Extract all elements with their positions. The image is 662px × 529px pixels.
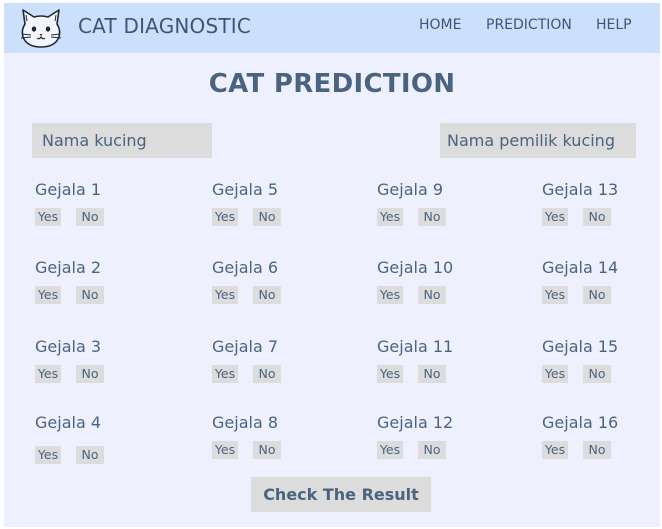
no-option[interactable]: No xyxy=(76,286,104,304)
page: CAT DIAGNOSTIC HOME PREDICTION HELP CAT … xyxy=(4,3,660,527)
symptom-8: Gejala 8 Yes No xyxy=(212,412,352,459)
no-option[interactable]: No xyxy=(583,365,611,383)
symptom-label: Gejala 15 xyxy=(542,337,619,356)
nav-help-link[interactable]: HELP xyxy=(596,17,632,33)
symptom-3: Gejala 3 Yes No xyxy=(35,336,175,383)
symptom-label: Gejala 9 xyxy=(377,180,444,199)
symptom-label: Gejala 11 xyxy=(377,337,454,356)
no-option[interactable]: No xyxy=(583,286,611,304)
brand-title: CAT DIAGNOSTIC xyxy=(78,14,252,38)
no-option[interactable]: No xyxy=(583,208,611,226)
yes-option[interactable]: Yes xyxy=(542,286,568,304)
symptom-label: Gejala 16 xyxy=(542,413,619,432)
page-title: CAT PREDICTION xyxy=(208,69,456,99)
yes-option[interactable]: Yes xyxy=(212,286,238,304)
symptom-15: Gejala 15 Yes No xyxy=(542,336,662,383)
symptom-label: Gejala 5 xyxy=(212,180,279,199)
no-option[interactable]: No xyxy=(418,441,446,459)
yes-option[interactable]: Yes xyxy=(377,441,403,459)
symptom-13: Gejala 13 Yes No xyxy=(542,179,662,226)
symptom-label: Gejala 10 xyxy=(377,258,454,277)
symptom-4: Gejala 4 Yes No xyxy=(35,412,175,464)
yes-option[interactable]: Yes xyxy=(35,446,61,464)
check-result-button[interactable]: Check The Result xyxy=(251,477,431,512)
yes-option[interactable]: Yes xyxy=(212,441,238,459)
no-option[interactable]: No xyxy=(76,208,104,226)
symptom-label: Gejala 13 xyxy=(542,180,619,199)
nav-home-link[interactable]: HOME xyxy=(419,17,461,33)
symptom-2: Gejala 2 Yes No xyxy=(35,257,175,304)
yes-option[interactable]: Yes xyxy=(35,365,61,383)
symptom-14: Gejala 14 Yes No xyxy=(542,257,662,304)
symptom-6: Gejala 6 Yes No xyxy=(212,257,352,304)
symptom-5: Gejala 5 Yes No xyxy=(212,179,352,226)
symptom-11: Gejala 11 Yes No xyxy=(377,336,517,383)
yes-option[interactable]: Yes xyxy=(542,365,568,383)
symptom-7: Gejala 7 Yes No xyxy=(212,336,352,383)
nav-prediction-link[interactable]: PREDICTION xyxy=(486,17,572,33)
symptom-label: Gejala 4 xyxy=(35,413,102,432)
symptom-label: Gejala 8 xyxy=(212,413,279,432)
yes-option[interactable]: Yes xyxy=(35,208,61,226)
yes-option[interactable]: Yes xyxy=(35,286,61,304)
symptom-label: Gejala 14 xyxy=(542,258,619,277)
symptom-label: Gejala 2 xyxy=(35,258,102,277)
symptom-1: Gejala 1 Yes No xyxy=(35,179,175,226)
yes-option[interactable]: Yes xyxy=(542,441,568,459)
symptom-12: Gejala 12 Yes No xyxy=(377,412,517,459)
symptom-9: Gejala 9 Yes No xyxy=(377,179,517,226)
no-option[interactable]: No xyxy=(253,365,281,383)
no-option[interactable]: No xyxy=(418,286,446,304)
symptom-10: Gejala 10 Yes No xyxy=(377,257,517,304)
navbar: CAT DIAGNOSTIC HOME PREDICTION HELP xyxy=(4,3,660,53)
cat-face-icon[interactable] xyxy=(16,7,66,51)
no-option[interactable]: No xyxy=(583,441,611,459)
no-option[interactable]: No xyxy=(253,208,281,226)
no-option[interactable]: No xyxy=(418,365,446,383)
no-option[interactable]: No xyxy=(253,441,281,459)
yes-option[interactable]: Yes xyxy=(212,365,238,383)
symptom-label: Gejala 3 xyxy=(35,337,102,356)
no-option[interactable]: No xyxy=(76,446,104,464)
symptom-label: Gejala 1 xyxy=(35,180,102,199)
symptom-label: Gejala 12 xyxy=(377,413,454,432)
no-option[interactable]: No xyxy=(253,286,281,304)
yes-option[interactable]: Yes xyxy=(542,208,568,226)
no-option[interactable]: No xyxy=(418,208,446,226)
symptom-label: Gejala 6 xyxy=(212,258,279,277)
yes-option[interactable]: Yes xyxy=(377,208,403,226)
yes-option[interactable]: Yes xyxy=(377,365,403,383)
cat-name-input[interactable] xyxy=(32,123,212,158)
yes-option[interactable]: Yes xyxy=(377,286,403,304)
symptom-label: Gejala 7 xyxy=(212,337,279,356)
yes-option[interactable]: Yes xyxy=(212,208,238,226)
owner-name-input[interactable] xyxy=(440,123,636,158)
symptom-16: Gejala 16 Yes No xyxy=(542,412,662,459)
no-option[interactable]: No xyxy=(76,365,104,383)
